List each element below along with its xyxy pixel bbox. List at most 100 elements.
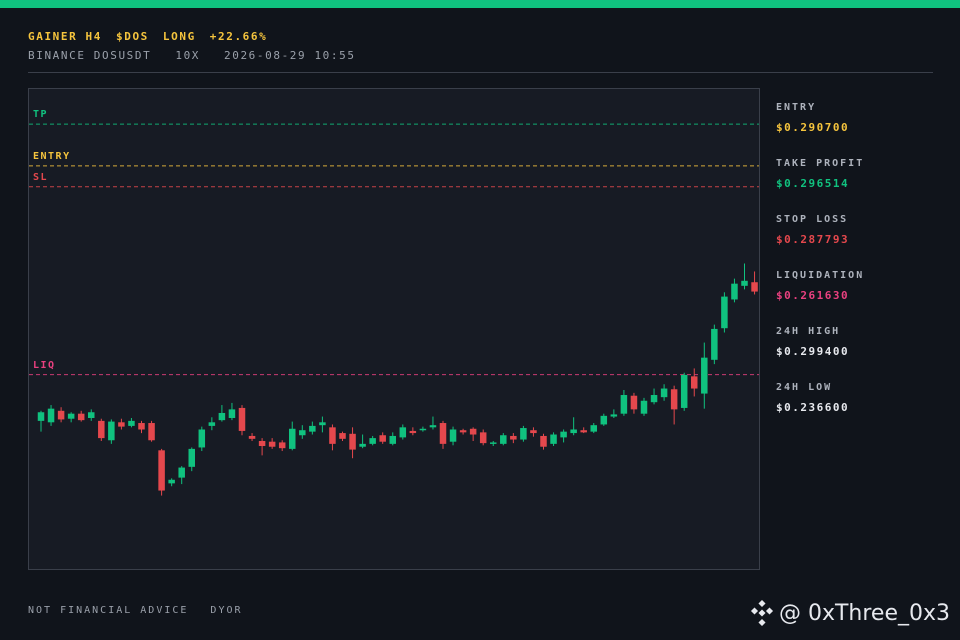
candle-body — [218, 412, 226, 421]
candle-body — [399, 427, 407, 438]
candle-body — [138, 423, 145, 430]
side-label: STOP LOSS — [776, 214, 849, 225]
watermark: @ 0xThree_0x3 — [749, 598, 950, 628]
candle-body — [711, 328, 718, 360]
candle-body — [98, 420, 105, 439]
candle-body — [37, 412, 45, 421]
side-item-24h-low: 24H LOW $0.236600 — [776, 382, 946, 438]
side-value: $0.296514 — [776, 177, 850, 190]
candle-body — [299, 430, 306, 436]
candle-body — [449, 429, 457, 442]
candle-body — [640, 400, 648, 414]
candle-body — [238, 407, 246, 431]
exchange-pair: BINANCE DOSUSDT — [28, 49, 152, 62]
candle-body — [389, 435, 396, 444]
candle-body — [650, 395, 658, 403]
candle-body — [741, 280, 748, 286]
top-accent-bar — [0, 0, 960, 8]
candle-body — [520, 428, 527, 440]
gainer-tag: GAINER H4 — [28, 30, 103, 43]
footer: NOT FINANCIAL ADVICE DYOR — [28, 605, 265, 616]
symbol: $DOS — [116, 30, 149, 43]
candle-body — [67, 413, 75, 419]
candle-body — [459, 430, 467, 433]
candle-body — [359, 443, 366, 447]
candle-body — [479, 432, 487, 444]
side-item-24h-high: 24H HIGH $0.299400 — [776, 326, 946, 382]
leverage: 10X — [175, 49, 201, 62]
sl-level-label: SL — [33, 171, 49, 183]
candle-body — [57, 410, 65, 420]
side-label: ENTRY — [776, 102, 817, 113]
candle-body — [178, 467, 185, 478]
position-side: LONG — [162, 30, 196, 43]
candle-body — [660, 388, 668, 398]
candle-body — [419, 428, 427, 431]
side-item-liquidation: LIQUIDATION $0.261630 — [776, 270, 946, 326]
header-divider — [28, 72, 933, 73]
candle-body — [319, 422, 326, 426]
header-title-row: GAINER H4 $DOS LONG +22.66% — [28, 30, 933, 43]
candle-body — [721, 296, 728, 329]
candle-body — [469, 428, 477, 435]
candle-body — [510, 435, 517, 440]
candle-body — [88, 412, 95, 418]
side-item-stop-loss: STOP LOSS $0.287793 — [776, 214, 946, 270]
entry-level-label: ENTRY — [33, 150, 71, 162]
candle-body — [248, 435, 256, 439]
candle-body — [369, 438, 376, 444]
candle-body — [409, 430, 417, 434]
candle-body — [540, 435, 547, 447]
candle-body — [620, 395, 628, 414]
candle-body — [188, 448, 195, 467]
candle-body — [198, 429, 206, 448]
candle-body — [349, 433, 356, 450]
candle-body — [77, 413, 85, 421]
candle-body — [118, 422, 125, 427]
candle-body — [228, 409, 236, 418]
candle-body — [701, 357, 708, 394]
candle-body — [570, 429, 577, 434]
candle-body — [670, 389, 678, 410]
candle-body — [560, 431, 567, 438]
candle-body — [278, 442, 286, 449]
side-value: $0.287793 — [776, 233, 850, 246]
side-value: $0.261630 — [776, 289, 850, 302]
candle-body — [268, 441, 276, 447]
candle-body — [731, 283, 738, 300]
candle-body — [500, 435, 507, 444]
liq-level-label: LIQ — [33, 359, 56, 371]
candle-body — [439, 423, 447, 444]
candle-body — [490, 442, 497, 444]
candle-body — [289, 428, 296, 449]
trade-levels-panel: ENTRY $0.290700 TAKE PROFIT $0.296514 ST… — [776, 102, 946, 438]
candle-body — [630, 395, 638, 410]
side-item-entry: ENTRY $0.290700 — [776, 102, 946, 158]
side-label: LIQUIDATION — [776, 270, 865, 281]
header: GAINER H4 $DOS LONG +22.66% BINANCE DOSUSDT… — [28, 30, 933, 62]
side-value: $0.290700 — [776, 121, 850, 134]
candle-body — [680, 374, 688, 408]
side-label: 24H HIGH — [776, 326, 841, 337]
disclaimer-text: NOT FINANCIAL ADVICE — [28, 605, 189, 616]
timestamp: 2026-08-29 10:55 — [224, 49, 356, 62]
candle-body — [47, 408, 55, 423]
candle-body — [309, 425, 316, 432]
side-value: $0.236600 — [776, 401, 850, 414]
candle-body — [691, 376, 698, 389]
candle-body — [600, 415, 608, 425]
candle-body — [258, 440, 266, 447]
candle-body — [610, 414, 618, 417]
binance-logo-icon — [750, 600, 773, 626]
price-chart[interactable]: TP ENTRY SL LIQ — [28, 88, 760, 570]
header-meta-row: BINANCE DOSUSDT 10X 2026-08-29 10:55 — [28, 49, 933, 62]
candle-body — [429, 425, 437, 428]
candle-body — [148, 423, 155, 441]
candlestick-plot — [29, 123, 759, 496]
dyor-text: DYOR — [210, 605, 243, 616]
candle-body — [168, 479, 175, 484]
candle-body — [128, 420, 135, 426]
side-label: TAKE PROFIT — [776, 158, 865, 169]
candle-body — [590, 425, 597, 432]
side-value: $0.299400 — [776, 345, 850, 358]
